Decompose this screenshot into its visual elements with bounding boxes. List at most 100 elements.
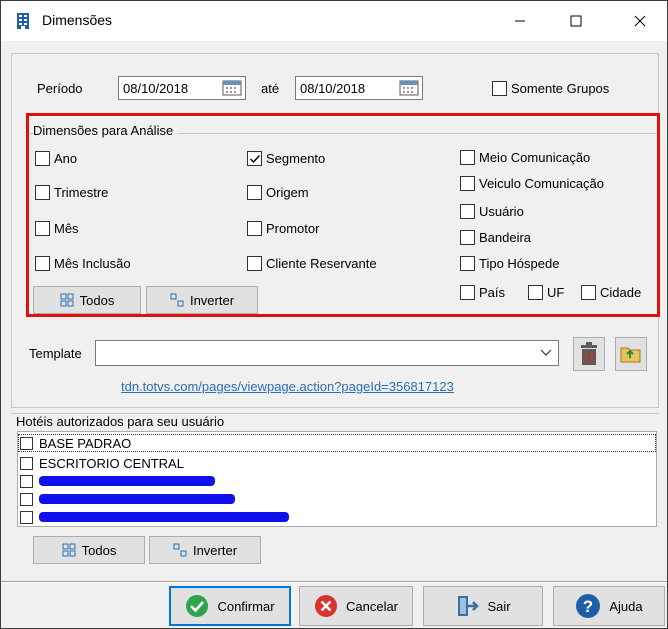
checkbox-box[interactable] — [247, 151, 262, 166]
dim-checkbox-mes-inclusao[interactable]: Mês Inclusão — [35, 256, 131, 271]
dim-checkbox-usuario[interactable]: Usuário — [460, 204, 524, 219]
checkbox-box[interactable] — [528, 285, 543, 300]
end-date-field[interactable]: 08/10/2018 — [295, 76, 423, 100]
redacted-hotel-name — [39, 494, 235, 504]
checkbox-box[interactable] — [20, 456, 33, 470]
checkbox-box[interactable] — [35, 221, 50, 236]
checkbox-box[interactable] — [35, 256, 50, 271]
dim-checkbox-meio-comunicacao[interactable]: Meio Comunicação — [460, 150, 590, 165]
save-template-button[interactable] — [615, 337, 647, 371]
dim-label-veiculo-comunicacao: Veiculo Comunicação — [479, 176, 605, 191]
calendar-icon[interactable] — [398, 79, 420, 97]
hotel-name: BASE PADRAO — [39, 435, 132, 451]
start-date-field[interactable]: 08/10/2018 — [118, 76, 246, 100]
checkbox-box[interactable] — [460, 150, 475, 165]
hotels-title: Hotéis autorizados para seu usuário — [16, 414, 229, 429]
dimensions-all-label: Todos — [79, 292, 115, 308]
checkbox-box[interactable] — [460, 176, 475, 191]
hotels-list[interactable]: BASE PADRAO ESCRITORIO CENTRAL — [17, 431, 657, 527]
dim-checkbox-segmento[interactable]: Segmento — [247, 151, 325, 166]
dim-checkbox-mes[interactable]: Mês — [35, 221, 79, 236]
cancel-button[interactable]: Cancelar — [299, 586, 413, 626]
help-button[interactable]: ? Ajuda — [553, 586, 665, 626]
confirm-button[interactable]: Confirmar — [169, 586, 291, 626]
title-bar[interactable]: Dimensões — [1, 1, 667, 41]
checkbox-box[interactable] — [20, 510, 33, 524]
exit-button[interactable]: Sair — [423, 586, 543, 626]
dimensions-all-button[interactable]: Todos — [33, 286, 141, 314]
list-item[interactable] — [18, 472, 656, 490]
dimensions-invert-button[interactable]: Inverter — [146, 286, 258, 314]
dim-label-ano: Ano — [54, 151, 78, 166]
list-item[interactable]: BASE PADRAO — [18, 434, 656, 452]
invert-icon — [173, 543, 187, 557]
dim-checkbox-trimestre[interactable]: Trimestre — [35, 185, 108, 200]
checkbox-box[interactable] — [460, 204, 475, 219]
checkbox-box[interactable] — [247, 256, 262, 271]
minimize-button[interactable] — [497, 1, 543, 41]
checkbox-box[interactable] — [492, 81, 507, 96]
dim-label-cliente-reservante: Cliente Reservante — [266, 256, 377, 271]
dim-checkbox-uf[interactable]: UF — [528, 285, 564, 300]
only-groups-label: Somente Grupos — [511, 81, 610, 96]
hotels-invert-button[interactable]: Inverter — [149, 536, 261, 564]
close-button[interactable] — [617, 1, 663, 41]
help-link[interactable]: tdn.totvs.com/pages/viewpage.action?page… — [121, 379, 454, 394]
dim-checkbox-veiculo-comunicacao[interactable]: Veiculo Comunicação — [460, 176, 604, 191]
dim-checkbox-promotor[interactable]: Promotor — [247, 221, 319, 236]
grid-icon — [62, 543, 76, 557]
hotels-invert-label: Inverter — [192, 542, 238, 558]
close-icon — [634, 15, 646, 27]
confirm-label: Confirmar — [217, 598, 275, 614]
checkbox-box[interactable] — [581, 285, 596, 300]
checkbox-box[interactable] — [247, 185, 262, 200]
exit-door-icon — [458, 596, 480, 616]
list-item[interactable] — [18, 490, 656, 508]
cancel-label: Cancelar — [345, 598, 399, 614]
folder-open-icon — [620, 347, 641, 363]
checkbox-box[interactable] — [35, 185, 50, 200]
check-circle-icon — [186, 595, 209, 617]
checkbox-box[interactable] — [247, 221, 262, 236]
dim-checkbox-bandeira[interactable]: Bandeira — [460, 230, 531, 245]
window-title: Dimensões — [42, 12, 113, 28]
dim-label-pais: País — [479, 285, 506, 300]
dim-label-uf: UF — [547, 285, 565, 300]
maximize-button[interactable] — [553, 1, 599, 41]
dim-checkbox-pais[interactable]: País — [460, 285, 505, 300]
chevron-down-icon[interactable] — [540, 348, 552, 358]
checkbox-box[interactable] — [460, 230, 475, 245]
until-label: até — [261, 81, 280, 96]
dim-checkbox-cliente-reservante[interactable]: Cliente Reservante — [247, 256, 377, 271]
period-label: Período — [37, 81, 83, 96]
end-date-value: 08/10/2018 — [300, 81, 366, 96]
dim-label-tipo-hospede: Tipo Hóspede — [479, 256, 560, 271]
checkbox-box[interactable] — [35, 151, 50, 166]
dim-checkbox-tipo-hospede[interactable]: Tipo Hóspede — [460, 256, 559, 271]
hotels-all-label: Todos — [81, 542, 117, 558]
help-circle-icon: ? — [576, 594, 601, 618]
list-item[interactable] — [18, 508, 656, 526]
calendar-icon[interactable] — [221, 79, 243, 97]
checkbox-box[interactable] — [20, 492, 33, 506]
template-select[interactable] — [95, 340, 559, 366]
checkbox-box[interactable] — [460, 256, 475, 271]
checkbox-box[interactable] — [20, 474, 33, 488]
checkbox-box[interactable] — [20, 436, 33, 450]
dim-label-origem: Origem — [266, 185, 309, 200]
hotels-all-button[interactable]: Todos — [33, 536, 145, 564]
dimensions-invert-label: Inverter — [189, 292, 235, 308]
help-label: Ajuda — [609, 598, 643, 614]
dim-checkbox-origem[interactable]: Origem — [247, 185, 309, 200]
dim-label-usuario: Usuário — [479, 204, 524, 219]
footer-divider — [1, 581, 667, 583]
dim-checkbox-ano[interactable]: Ano — [35, 151, 77, 166]
redacted-hotel-name — [39, 476, 215, 486]
delete-template-button[interactable] — [573, 337, 605, 371]
checkbox-box[interactable] — [460, 285, 475, 300]
check-icon — [250, 155, 261, 164]
list-item[interactable]: ESCRITORIO CENTRAL — [18, 454, 656, 472]
minimize-icon — [515, 20, 525, 22]
only-groups-checkbox[interactable]: Somente Grupos — [492, 81, 609, 96]
dim-checkbox-cidade[interactable]: Cidade — [581, 285, 641, 300]
